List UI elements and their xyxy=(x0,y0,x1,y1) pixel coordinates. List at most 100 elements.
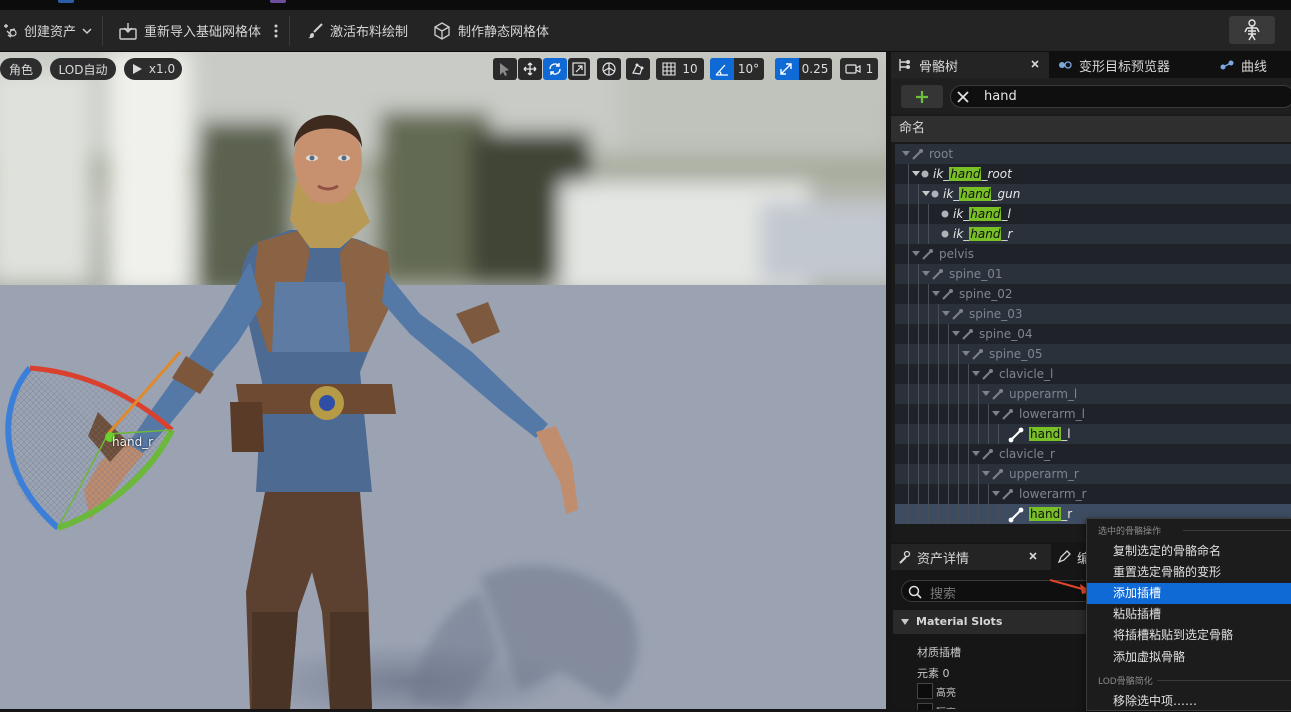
viewport[interactable]: hand_r 角色 LOD自动 x1.0 10 10° 0.25 1 xyxy=(0,52,886,709)
menu-item-paste-socket[interactable]: 粘贴插槽 xyxy=(1087,604,1291,625)
tree-guide-line xyxy=(928,224,929,244)
tree-row[interactable]: root xyxy=(895,144,1291,164)
tree-guide-line xyxy=(908,424,909,444)
tree-row-label: root xyxy=(929,144,953,164)
tree-row[interactable]: clavicle_l xyxy=(895,364,1291,384)
tree-row[interactable]: ik_hand_gun xyxy=(895,184,1291,204)
reimport-icon xyxy=(119,22,137,40)
tree-row[interactable]: ik_hand_l xyxy=(895,204,1291,224)
select-mode-button[interactable] xyxy=(493,58,517,80)
asset-details-label: 资产详情 xyxy=(917,551,970,567)
tree-row-label: spine_03 xyxy=(969,304,1022,324)
reimport-options-button[interactable] xyxy=(271,10,281,51)
tree-row[interactable]: spine_04 xyxy=(895,324,1291,344)
menu-item-paste-socket-to-bone[interactable]: 将插槽粘贴到选定骨骼 xyxy=(1087,625,1291,646)
rotation-gizmo[interactable] xyxy=(0,52,886,709)
tree-guide-line xyxy=(928,404,929,424)
surface-snap-button[interactable] xyxy=(626,58,650,80)
bone-icon xyxy=(992,409,1013,420)
close-tab-button[interactable] xyxy=(1028,56,1042,74)
tab-asset-details-label[interactable]: 资产详情 xyxy=(897,544,969,570)
tree-guide-line xyxy=(918,404,919,424)
bone-icon xyxy=(1008,427,1024,443)
tree-row[interactable]: ik_hand_r xyxy=(895,224,1291,244)
reimport-base-mesh-button[interactable]: 重新导入基础网格体 xyxy=(118,10,261,51)
skeleton-search-input[interactable]: hand xyxy=(950,85,1291,108)
tree-guide-line xyxy=(918,344,919,364)
translate-mode-button[interactable] xyxy=(518,58,542,80)
menu-item-reset-bone-transforms[interactable]: 重置选定骨骼的变形 xyxy=(1087,562,1291,583)
highlight-checkbox[interactable] xyxy=(917,683,933,699)
skeleton-mode-button[interactable] xyxy=(1229,16,1275,44)
tree-guide-line xyxy=(998,504,999,524)
tree-row[interactable]: lowerarm_l xyxy=(895,404,1291,424)
tree-row[interactable]: clavicle_r xyxy=(895,444,1291,464)
create-asset-button[interactable]: 创建资产 xyxy=(2,10,92,51)
tree-row[interactable]: spine_03 xyxy=(895,304,1291,324)
tree-guide-line xyxy=(908,204,909,224)
playback-speed-value: x1.0 xyxy=(148,62,176,76)
clear-search-icon[interactable] xyxy=(957,91,969,103)
name-column-header[interactable]: 命名 xyxy=(891,116,1291,142)
menu-item-copy-bone-names[interactable]: 复制选定的骨骼命名 xyxy=(1087,541,1291,562)
tree-guide-line xyxy=(978,424,979,444)
tree-guide-line xyxy=(918,384,919,404)
close-icon xyxy=(1029,552,1037,560)
bone-icon xyxy=(962,349,983,360)
tree-row-label: ik_hand_l xyxy=(953,204,1011,224)
tree-guide-line xyxy=(908,504,909,524)
bone-icon xyxy=(942,309,963,320)
tree-guide-line xyxy=(928,324,929,344)
camera-speed-button[interactable]: 1 xyxy=(840,58,878,80)
lod-menu-button[interactable]: LOD自动 xyxy=(50,58,116,80)
tree-guide-line xyxy=(968,384,969,404)
label-suffix: _root xyxy=(981,167,1012,181)
tree-guide-line xyxy=(928,284,929,304)
menu-item-add-virtual-bone[interactable]: 添加虚拟骨骼 xyxy=(1087,647,1291,668)
menu-section-bone-actions: 选中的骨骼操作 xyxy=(1098,527,1162,537)
tree-guide-line xyxy=(978,384,979,404)
tree-row[interactable]: pelvis xyxy=(895,244,1291,264)
tree-guide-line xyxy=(988,404,989,424)
label-suffix: _gun xyxy=(991,187,1021,201)
tree-guide-line xyxy=(958,384,959,404)
camera-speed-value: 1 xyxy=(865,62,874,76)
scale-snap-button[interactable]: 0.25 xyxy=(775,58,832,80)
search-value: hand xyxy=(984,89,1017,104)
tab-morph-target-previewer[interactable]: 变形目标预览器 xyxy=(1057,52,1170,78)
tree-row[interactable]: spine_05 xyxy=(895,344,1291,364)
rotate-mode-button[interactable] xyxy=(543,58,567,80)
label-suffix: upperarm_l xyxy=(1009,387,1078,401)
tree-row[interactable]: hand_l xyxy=(895,424,1291,444)
tree-row[interactable]: upperarm_l xyxy=(895,384,1291,404)
character-menu-button[interactable]: 角色 xyxy=(0,58,42,80)
tree-row[interactable]: spine_02 xyxy=(895,284,1291,304)
tree-guide-line xyxy=(918,324,919,344)
scale-mode-button[interactable] xyxy=(568,58,590,80)
menu-item-add-socket[interactable]: 添加插槽 xyxy=(1087,583,1291,604)
material-slots-section[interactable]: Material Slots xyxy=(893,610,1089,634)
tree-row[interactable]: upperarm_r xyxy=(895,464,1291,484)
tab-curves[interactable]: 曲线 xyxy=(1219,52,1267,78)
tree-guide-line xyxy=(948,404,949,424)
tab-skeleton-tree-label[interactable]: 骨骼树 xyxy=(897,52,958,78)
tree-guide-line xyxy=(968,504,969,524)
close-details-tab-button[interactable] xyxy=(1028,550,1038,564)
label-prefix: ik_ xyxy=(953,227,970,241)
tree-row[interactable]: lowerarm_r xyxy=(895,484,1291,504)
menu-item-label: 添加虚拟骨骼 xyxy=(1113,650,1186,664)
bone-icon xyxy=(992,489,1013,500)
tree-guide-line xyxy=(948,344,949,364)
playback-speed-button[interactable]: x1.0 xyxy=(124,58,182,80)
tree-row[interactable]: spine_01 xyxy=(895,264,1291,284)
tree-guide-line xyxy=(968,404,969,424)
tree-guide-line xyxy=(928,344,929,364)
make-static-mesh-button[interactable]: 制作静态网格体 xyxy=(432,10,549,51)
coordinate-space-button[interactable] xyxy=(597,58,621,80)
rotation-snap-button[interactable]: 10° xyxy=(710,58,764,80)
add-button[interactable] xyxy=(901,85,943,108)
tab-morph-target-label: 变形目标预览器 xyxy=(1079,59,1171,75)
activate-cloth-paint-button[interactable]: 激活布料绘制 xyxy=(306,10,408,51)
grid-snap-button[interactable]: 10 xyxy=(656,58,704,80)
tree-row[interactable]: ik_hand_root xyxy=(895,164,1291,184)
